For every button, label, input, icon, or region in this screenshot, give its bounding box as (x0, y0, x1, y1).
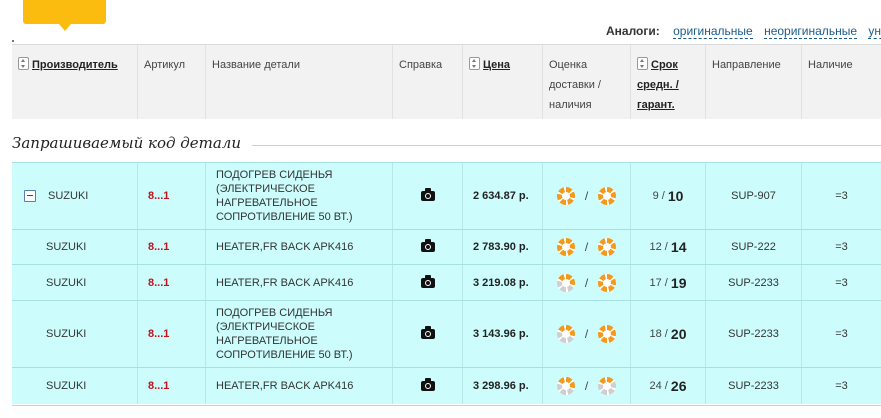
rating-cell: / (543, 163, 631, 229)
term-cell: 9 / 10 (631, 163, 706, 229)
part-name: ПОДОГРЕВ СИДЕНЬЯ (ЭЛЕКТРИЧЕСКОЕ НАГРЕВАТ… (206, 301, 393, 367)
camera-icon[interactable] (420, 239, 435, 252)
camera-icon[interactable] (420, 188, 435, 201)
availability: =3 (835, 276, 848, 289)
header-part-name: Название детали (206, 45, 393, 119)
price: 2 783.90 р. (463, 230, 543, 264)
stock-rating-icon (598, 325, 617, 343)
collapse-icon[interactable] (24, 190, 36, 202)
brand-cell: SUZUKI (12, 301, 138, 367)
stock-rating-icon (598, 187, 617, 205)
part-name: HEATER,FR BACK APK416 (206, 265, 393, 300)
term-cell: 12 / 14 (631, 230, 706, 264)
section-title: Запрашиваемый код детали (12, 134, 242, 152)
direction: SUP-2233 (706, 265, 802, 300)
analogs-label: Аналоги: (606, 24, 660, 38)
analogs-bar: Аналоги: оригинальные неоригинальные уни (606, 24, 881, 39)
info-cell (393, 368, 463, 404)
stock-rating-icon (598, 273, 617, 292)
analogs-universal-link[interactable]: уни (868, 24, 881, 39)
price: 3 298.96 р. (463, 368, 543, 404)
availability: =3 (835, 328, 848, 340)
header-direction: Направление (706, 45, 802, 119)
analogs-nonoriginal-link[interactable]: неоригинальные (764, 24, 857, 39)
term-cell: 18 / 20 (631, 301, 706, 367)
part-name: ПОДОГРЕВ СИДЕНЬЯ (ЭЛЕКТРИЧЕСКОЕ НАГРЕВАТ… (206, 163, 393, 229)
delivery-rating-icon (556, 187, 575, 205)
term-cell: 24 / 26 (631, 368, 706, 404)
stock-rating-icon (598, 377, 617, 395)
header-marker (12, 40, 14, 42)
direction: SUP-2233 (706, 301, 802, 367)
article-link[interactable]: 8...1 (138, 368, 206, 404)
part-name: HEATER,FR BACK APK416 (206, 230, 393, 264)
camera-icon[interactable] (420, 378, 435, 391)
results-rows: SUZUKI 8...1 ПОДОГРЕВ СИДЕНЬЯ (ЭЛЕКТРИЧЕ… (12, 162, 881, 404)
info-cell (393, 163, 463, 229)
header-manufacturer[interactable]: Производитель (12, 45, 138, 119)
availability: =3 (835, 241, 848, 253)
rating-cell: / (543, 301, 631, 367)
table-row[interactable]: SUZUKI 8...1 ПОДОГРЕВ СИДЕНЬЯ (ЭЛЕКТРИЧЕ… (12, 162, 881, 229)
rating-cell: / (543, 265, 631, 300)
orange-tab-marker[interactable] (23, 0, 106, 31)
info-cell (393, 230, 463, 264)
table-row[interactable]: SUZUKI 8...1 HEATER,FR BACK APK416 3 298… (12, 367, 881, 404)
brand-cell: SUZUKI (12, 265, 138, 300)
camera-icon[interactable] (420, 326, 435, 339)
table-row[interactable]: SUZUKI 8...1 ПОДОГРЕВ СИДЕНЬЯ (ЭЛЕКТРИЧЕ… (12, 300, 881, 367)
delivery-rating-icon (556, 273, 575, 292)
part-name: HEATER,FR BACK APK416 (206, 368, 393, 404)
results-table-header: Производитель Артикул Название детали Сп… (12, 44, 881, 119)
direction: SUP-2233 (706, 368, 802, 404)
price: 3 143.96 р. (463, 301, 543, 367)
availability: =3 (835, 380, 848, 392)
header-availability: Наличие (808, 59, 853, 71)
delivery-rating-icon (556, 325, 575, 343)
article-link[interactable]: 8...1 (138, 163, 206, 229)
brand-cell: SUZUKI (12, 230, 138, 264)
delivery-rating-icon (556, 377, 575, 395)
header-rating: Оценка доставки / наличия (543, 45, 631, 119)
sort-icon[interactable] (637, 57, 648, 70)
info-cell (393, 301, 463, 367)
sort-icon[interactable] (469, 57, 480, 70)
delivery-rating-icon (556, 238, 575, 256)
section-divider (252, 145, 881, 146)
rating-cell: / (543, 368, 631, 404)
analogs-original-link[interactable]: оригинальные (673, 24, 753, 39)
article-link[interactable]: 8...1 (138, 230, 206, 264)
rating-cell: / (543, 230, 631, 264)
direction: SUP-907 (706, 163, 802, 229)
term-cell: 17 / 19 (631, 265, 706, 300)
availability: =3 (835, 190, 848, 202)
table-bottom-border (12, 405, 881, 406)
article-link[interactable]: 8...1 (138, 301, 206, 367)
brand-cell: SUZUKI (12, 368, 138, 404)
table-row[interactable]: SUZUKI 8...1 HEATER,FR BACK APK416 2 783… (12, 229, 881, 264)
header-info: Справка (393, 45, 463, 119)
price: 2 634.87 р. (463, 163, 543, 229)
direction: SUP-222 (706, 230, 802, 264)
header-article: Артикул (138, 45, 206, 119)
camera-icon[interactable] (420, 274, 435, 288)
table-row[interactable]: SUZUKI 8...1 HEATER,FR BACK APK416 3 219… (12, 264, 881, 300)
header-term[interactable]: Срок средн. / гарант. (631, 45, 706, 119)
price: 3 219.08 р. (463, 265, 543, 300)
sort-icon[interactable] (18, 57, 29, 70)
search-results-page: Аналоги: оригинальные неоригинальные уни… (0, 0, 881, 418)
header-price[interactable]: Цена (463, 45, 543, 119)
article-link[interactable]: 8...1 (138, 265, 206, 300)
stock-rating-icon (598, 238, 617, 256)
info-cell (393, 265, 463, 300)
brand-cell: SUZUKI (12, 163, 138, 229)
